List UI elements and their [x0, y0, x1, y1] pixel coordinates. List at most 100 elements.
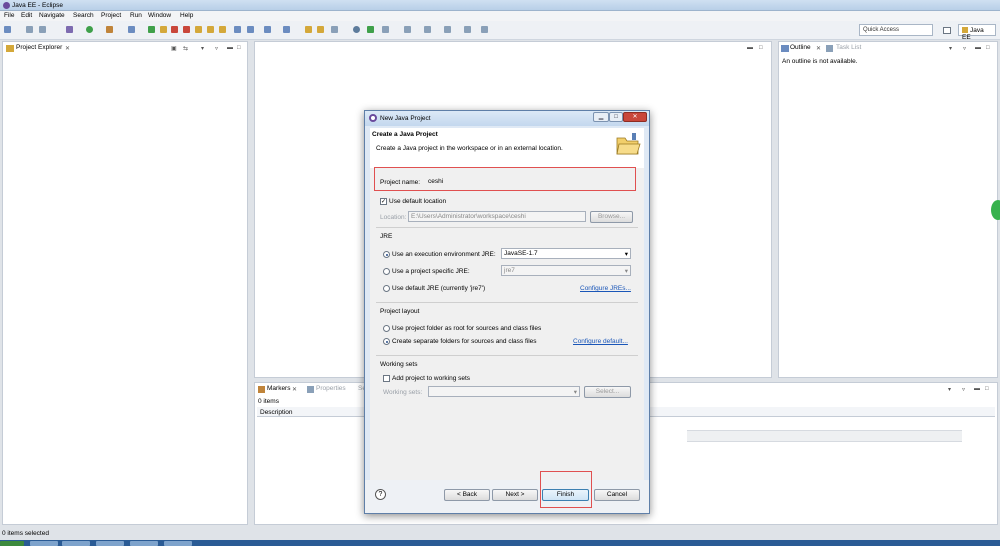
start-button[interactable] [0, 541, 24, 546]
step-return-icon[interactable] [219, 26, 226, 33]
last-edit-icon[interactable] [464, 26, 471, 33]
taskbar-item[interactable] [130, 541, 158, 546]
tab-properties[interactable]: Properties [316, 385, 346, 392]
wizard-footer: ? < Back Next > Finish Cancel [365, 471, 649, 513]
working-sets-group-label: Working sets [380, 361, 418, 368]
wand-icon[interactable] [331, 26, 338, 33]
minimize-bar-icon[interactable]: ▬ [974, 386, 980, 392]
open-folder-icon[interactable] [305, 26, 312, 33]
minimize-bar-icon[interactable]: ▬ [227, 45, 233, 51]
select-button[interactable]: Select... [584, 386, 631, 398]
new-icon[interactable] [4, 26, 11, 33]
task-list-icon [826, 45, 833, 52]
minimize-icon[interactable]: ▿ [963, 45, 966, 52]
save-icon[interactable] [26, 26, 33, 33]
maximize-icon[interactable]: □ [986, 45, 990, 51]
terminate-icon[interactable] [171, 26, 178, 33]
jre-default-radio[interactable] [383, 285, 390, 292]
maximize-icon[interactable]: □ [237, 45, 241, 51]
jre-exec-env-radio[interactable] [383, 251, 390, 258]
link-editor-icon[interactable]: ⇆ [183, 45, 188, 52]
minimize-icon[interactable]: ▿ [962, 386, 965, 393]
minimize-bar-icon[interactable]: ▬ [975, 45, 981, 51]
external-tools-icon[interactable] [106, 26, 113, 33]
layout-root-radio[interactable] [383, 325, 390, 332]
new-server-icon[interactable] [264, 26, 271, 33]
cancel-button[interactable]: Cancel [594, 489, 640, 501]
tab-outline[interactable]: Outline [790, 44, 811, 51]
column-description[interactable]: Description [260, 409, 293, 416]
perspective-java-ee-button[interactable]: Java EE [958, 24, 996, 41]
jre-specific-label: Use a project specific JRE: [392, 268, 470, 275]
close-icon[interactable]: ✕ [292, 386, 297, 393]
package-icon[interactable] [317, 26, 324, 33]
open-type-icon[interactable] [234, 26, 241, 33]
view-menu-icon[interactable]: ▾ [949, 45, 952, 52]
open-resource-icon[interactable] [247, 26, 254, 33]
jre-specific-radio[interactable] [383, 268, 390, 275]
close-window-button[interactable]: ✕ [623, 112, 647, 122]
annotation-icon[interactable] [367, 26, 374, 33]
prev-annotation-icon[interactable] [404, 26, 411, 33]
save-all-icon[interactable] [39, 26, 46, 33]
next-button[interactable]: Next > [492, 489, 538, 501]
browse-button[interactable]: Browse... [590, 211, 633, 223]
resume-icon[interactable] [148, 26, 155, 33]
working-sets-select[interactable]: ▾ [428, 386, 580, 397]
menu-navigate[interactable]: Navigate [39, 12, 65, 19]
maximize-icon[interactable]: □ [985, 386, 989, 392]
back-button[interactable]: < Back [444, 489, 490, 501]
minimize-icon[interactable]: ▿ [215, 45, 218, 52]
taskbar-item[interactable] [96, 541, 124, 546]
menu-file[interactable]: File [4, 12, 14, 19]
location-input[interactable]: E:\Users\Administrator\workspace\ceshi [408, 211, 586, 222]
forward-icon[interactable] [444, 26, 451, 33]
use-default-location-checkbox[interactable]: ✓ [380, 198, 387, 205]
java-project-folder-icon [616, 133, 641, 155]
taskbar-item[interactable] [30, 541, 58, 546]
pin-icon[interactable] [481, 26, 488, 33]
suspend-icon[interactable] [160, 26, 167, 33]
taskbar-item[interactable] [62, 541, 90, 546]
taskbar-item[interactable] [164, 541, 192, 546]
tab-task-list[interactable]: Task List [836, 44, 861, 51]
minimize-icon[interactable]: ▬ [747, 45, 753, 51]
configure-jres-link[interactable]: Configure JREs... [580, 285, 631, 292]
search-icon[interactable] [128, 26, 135, 33]
maximize-icon[interactable]: □ [759, 45, 763, 51]
jre-exec-env-select[interactable]: JavaSE-1.7 ▾ [501, 248, 631, 259]
close-icon[interactable]: ✕ [816, 45, 821, 52]
debug-icon[interactable] [66, 26, 73, 33]
tab-project-explorer[interactable]: Project Explorer [16, 44, 62, 51]
tab-markers[interactable]: Markers [267, 385, 290, 392]
globe-icon[interactable] [353, 26, 360, 33]
menu-project[interactable]: Project [101, 12, 121, 19]
quick-access-field[interactable]: Quick Access [859, 24, 933, 36]
run-icon[interactable] [86, 26, 93, 33]
disconnect-icon[interactable] [183, 26, 190, 33]
back-icon[interactable] [424, 26, 431, 33]
next-annotation-icon[interactable] [382, 26, 389, 33]
add-to-working-sets-checkbox[interactable] [383, 375, 390, 382]
view-menu-icon[interactable]: ▾ [201, 45, 204, 52]
view-menu-icon[interactable]: ▾ [948, 386, 951, 393]
menu-run[interactable]: Run [130, 12, 142, 19]
floating-widget-icon[interactable] [991, 200, 1000, 220]
menu-edit[interactable]: Edit [21, 12, 32, 19]
web-browser-icon[interactable] [283, 26, 290, 33]
menu-window[interactable]: Window [148, 12, 171, 19]
open-perspective-icon[interactable] [943, 27, 951, 34]
menu-search[interactable]: Search [73, 12, 94, 19]
collapse-all-icon[interactable]: ▣ [171, 45, 177, 52]
layout-separate-radio[interactable] [383, 338, 390, 345]
step-into-icon[interactable] [195, 26, 202, 33]
minimize-window-button[interactable]: ▁ [593, 112, 609, 122]
menu-help[interactable]: Help [180, 12, 193, 19]
window-title: Java EE - Eclipse [12, 2, 63, 9]
close-icon[interactable]: ✕ [65, 45, 70, 52]
step-over-icon[interactable] [207, 26, 214, 33]
jre-specific-select[interactable]: jre7 ▾ [501, 265, 631, 276]
maximize-window-button[interactable]: □ [609, 112, 623, 122]
configure-default-link[interactable]: Configure default... [573, 338, 628, 345]
help-icon[interactable]: ? [375, 489, 386, 500]
